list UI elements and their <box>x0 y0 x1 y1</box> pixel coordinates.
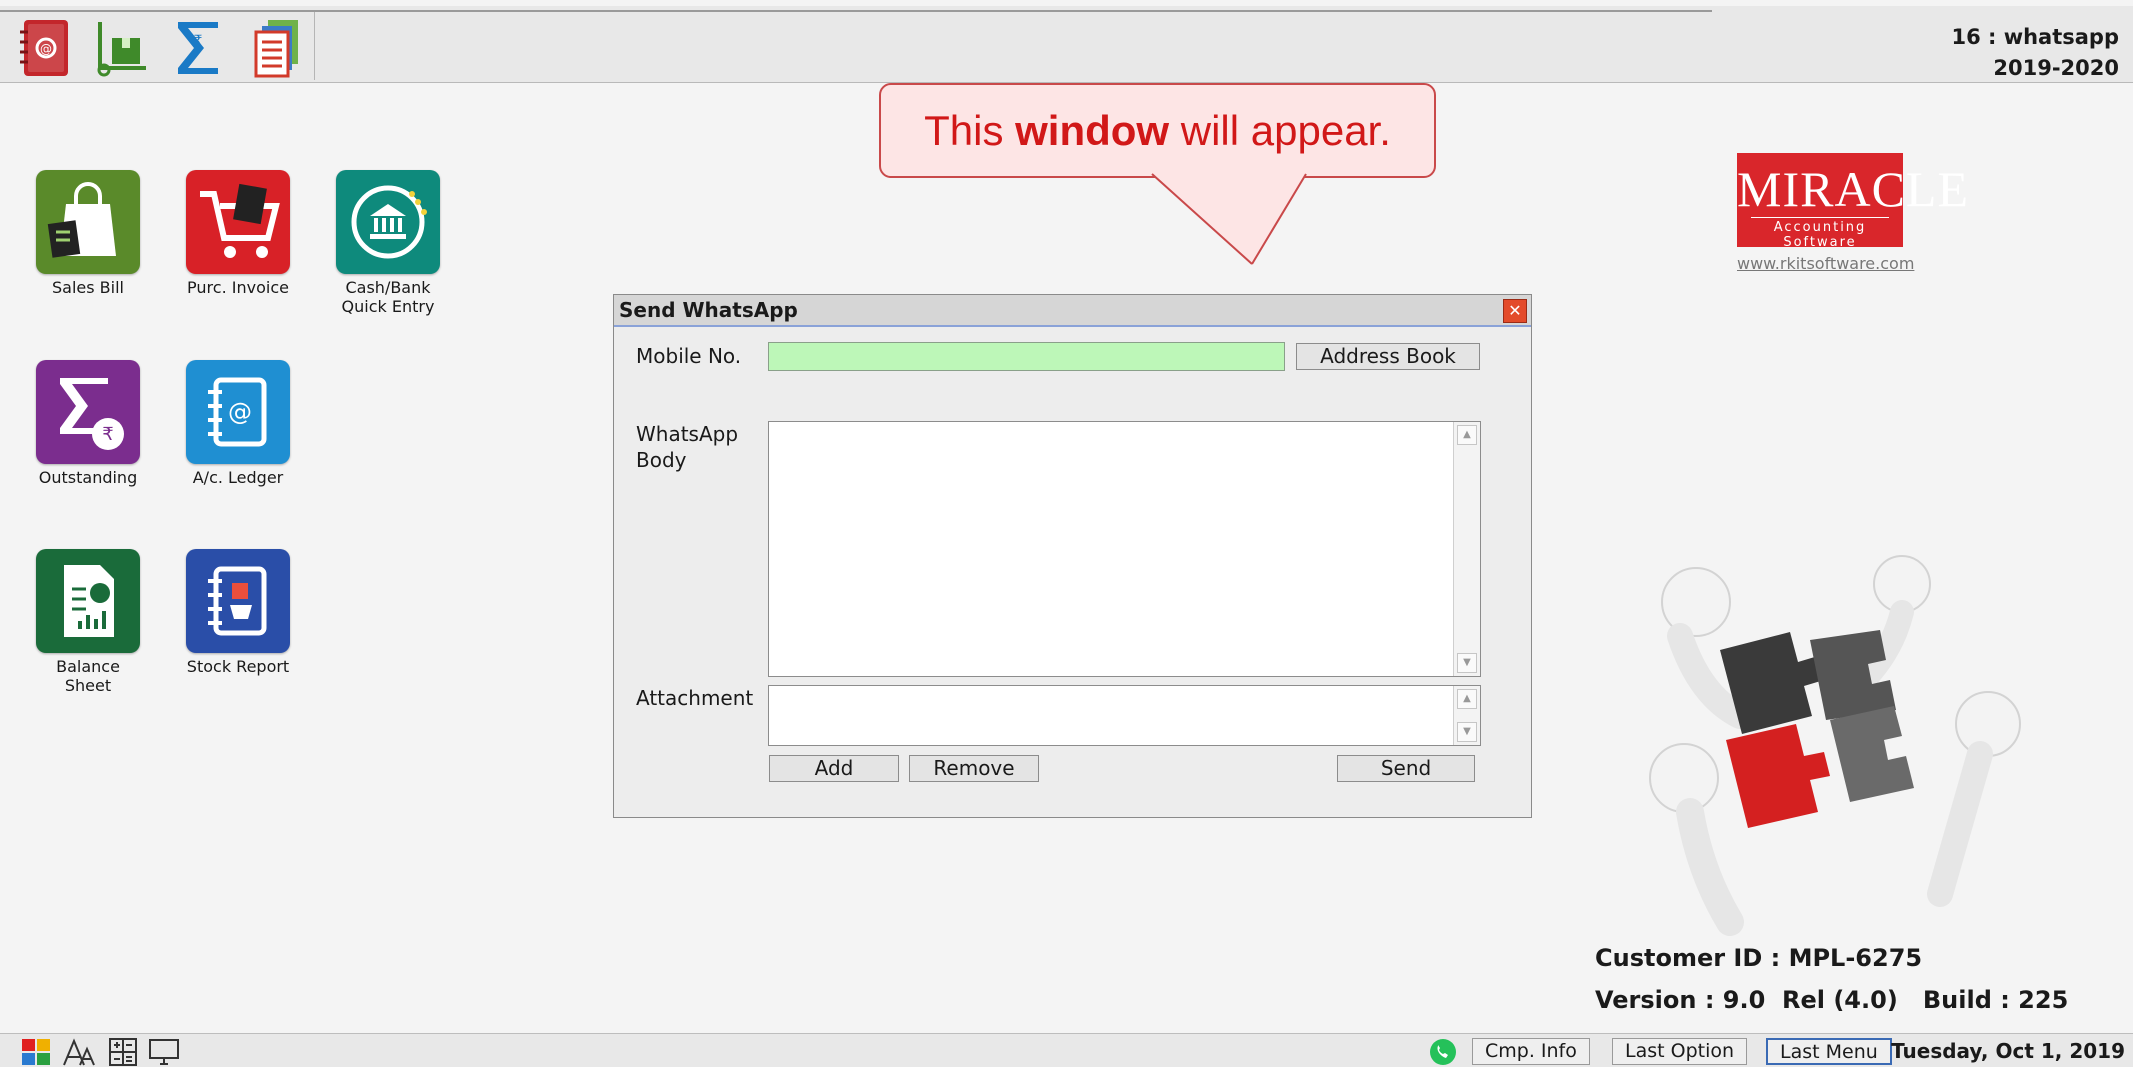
desktop-icon[interactable] <box>148 1038 180 1066</box>
svg-text:₹: ₹ <box>102 424 113 445</box>
callout-text-pre: This <box>924 107 1016 154</box>
desktop-icon-ac-ledger[interactable]: @ A/c. Ledger <box>168 360 308 487</box>
close-icon[interactable]: ✕ <box>1503 299 1527 323</box>
desktop-icon-label: A/c. Ledger <box>192 468 284 487</box>
desktop-icon-label: Purc. Invoice <box>187 278 289 297</box>
ledger-icon: @ <box>186 360 290 464</box>
desktop-icon-cash-bank[interactable]: Cash/Bank Quick Entry <box>318 170 458 316</box>
body-scrollbar[interactable]: ▲ ▼ <box>1453 422 1480 676</box>
scroll-down-icon[interactable]: ▼ <box>1457 722 1477 742</box>
desktop-icon-sales-bill[interactable]: Sales Bill <box>18 170 158 297</box>
puzzle-team-illustration <box>1649 555 2021 936</box>
toolbar-icon-group: @ ₹ <box>8 12 315 80</box>
desktop-icon-label: Balance Sheet <box>56 657 120 695</box>
financial-year: 2019-2020 <box>1993 56 2119 80</box>
version-info: Version : 9.0 Rel (4.0) Build : 225 <box>1595 986 2069 1014</box>
top-toolbar: @ ₹ 16 : whatsapp 2019-2020 <box>0 6 2133 83</box>
logo-brand: MIRACLE <box>1737 161 1969 217</box>
website-link[interactable]: www.rkitsoftware.com <box>1737 254 1914 273</box>
svg-text:@: @ <box>40 42 52 56</box>
desktop-icon-label: Sales Bill <box>52 278 124 297</box>
add-attachment-button[interactable]: Add <box>769 755 899 782</box>
desktop-icon-label: Outstanding <box>38 468 138 487</box>
svg-text:@: @ <box>228 398 252 426</box>
attachment-list[interactable]: ▲ ▼ <box>768 685 1481 746</box>
scroll-up-icon[interactable]: ▲ <box>1457 425 1477 445</box>
last-menu-button[interactable]: Last Menu <box>1766 1038 1892 1065</box>
report-stack-icon[interactable] <box>248 18 304 78</box>
company-name: 16 : whatsapp <box>1951 25 2119 49</box>
dialog-title: Send WhatsApp <box>619 298 798 322</box>
instruction-callout: This window will appear. <box>879 83 1436 178</box>
desktop-icon-balance-sheet[interactable]: Balance Sheet <box>18 549 158 695</box>
miracle-logo: MIRACLE Accounting Software <box>1737 153 1969 250</box>
sales-bill-icon <box>36 170 140 274</box>
logo-tagline: Accounting Software <box>1751 217 1889 250</box>
send-whatsapp-dialog: Send WhatsApp ✕ Mobile No. Address Book … <box>613 294 1532 818</box>
sigma-icon[interactable]: ₹ <box>170 18 226 78</box>
calculator-icon[interactable] <box>108 1037 138 1067</box>
delivery-icon[interactable] <box>94 18 150 78</box>
callout-text-bold: window <box>1015 107 1170 154</box>
attachment-scrollbar[interactable]: ▲ ▼ <box>1453 686 1480 745</box>
desktop-icon-outstanding[interactable]: ₹ Outstanding <box>18 360 158 487</box>
callout-pointer <box>1150 172 1307 265</box>
last-option-button[interactable]: Last Option <box>1612 1038 1748 1065</box>
stock-report-icon <box>186 549 290 653</box>
current-date: Tuesday, Oct 1, 2019 <box>1891 1039 2125 1063</box>
whatsapp-icon[interactable] <box>1428 1037 1458 1067</box>
customer-id: Customer ID : MPL-6275 <box>1595 944 1923 972</box>
svg-text:₹: ₹ <box>194 33 203 49</box>
purchase-cart-icon <box>186 170 290 274</box>
desktop-icon-stock-report[interactable]: Stock Report <box>168 549 308 676</box>
mobile-label: Mobile No. <box>636 344 742 368</box>
whatsapp-body-textarea[interactable]: ▲ ▼ <box>768 421 1481 677</box>
font-settings-icon[interactable] <box>62 1037 96 1067</box>
desktop-icon-label: Stock Report <box>186 657 290 676</box>
balance-sheet-icon <box>36 549 140 653</box>
bank-icon <box>336 170 440 274</box>
whatsapp-body-label: WhatsApp Body <box>636 422 739 472</box>
status-bar: Cmp. Info Last Option Last Menu Tuesday,… <box>0 1033 2133 1067</box>
address-book-button[interactable]: Address Book <box>1296 343 1480 370</box>
company-info-button[interactable]: Cmp. Info <box>1472 1038 1590 1065</box>
callout-text-post: will appear. <box>1169 107 1391 154</box>
color-theme-icon[interactable] <box>20 1037 52 1067</box>
attachment-label: Attachment <box>636 686 754 710</box>
dialog-titlebar: Send WhatsApp ✕ <box>614 295 1531 327</box>
mobile-number-input[interactable] <box>768 342 1285 371</box>
desktop-icon-purchase-invoice[interactable]: Purc. Invoice <box>168 170 308 297</box>
outstanding-icon: ₹ <box>36 360 140 464</box>
address-book-icon[interactable]: @ <box>16 18 72 78</box>
scroll-up-icon[interactable]: ▲ <box>1457 689 1477 709</box>
company-info: 16 : whatsapp 2019-2020 <box>1951 22 2119 84</box>
scroll-down-icon[interactable]: ▼ <box>1457 653 1477 673</box>
desktop-icon-label: Cash/Bank Quick Entry <box>341 278 435 316</box>
send-button[interactable]: Send <box>1337 755 1475 782</box>
remove-attachment-button[interactable]: Remove <box>909 755 1039 782</box>
